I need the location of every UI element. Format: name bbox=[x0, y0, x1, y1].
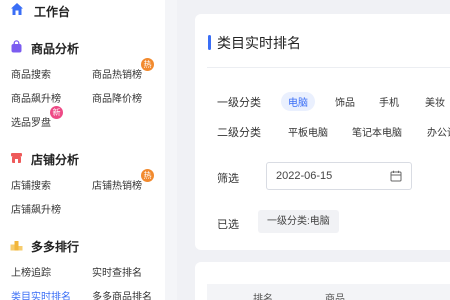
nav-shop-hot-list[interactable]: 店铺热销榜 bbox=[92, 177, 142, 192]
nav-goods-search[interactable]: 商品搜索 bbox=[11, 66, 51, 81]
level1-option-makeup[interactable]: 美妆 bbox=[425, 94, 445, 109]
title-accent-bar bbox=[208, 35, 211, 50]
category-rank-card: 类目实时排名 一级分类 电脑 饰品 手机 美妆 二级分类 平板电脑 笔记本电脑 … bbox=[195, 14, 450, 250]
table-header: 排名 商品 bbox=[207, 284, 450, 300]
section-title: 多多排行 bbox=[31, 240, 80, 254]
nav-goods-hot-list[interactable]: 商品热销榜 bbox=[92, 66, 142, 81]
ranking-table: 排名 商品 bbox=[195, 262, 450, 300]
selected-filter-chip[interactable]: 一级分类:电脑 bbox=[258, 210, 339, 233]
section-title: 商品分析 bbox=[31, 42, 80, 56]
hot-badge: 热 bbox=[141, 169, 154, 182]
level2-option-laptop[interactable]: 笔记本电脑 bbox=[352, 124, 402, 139]
podium-icon bbox=[10, 241, 23, 251]
level2-option-office[interactable]: 办公设 bbox=[427, 124, 450, 139]
nav-goods-rising-list[interactable]: 商品飙升榜 bbox=[11, 90, 61, 105]
nav-ranking-tracking[interactable]: 上榜追踪 bbox=[11, 264, 51, 279]
calendar-icon bbox=[390, 170, 402, 182]
section-goods-analysis: 商品分析 bbox=[0, 39, 165, 57]
level1-option-phone[interactable]: 手机 bbox=[379, 94, 399, 109]
nav-product-compass[interactable]: 选品罗盘 bbox=[11, 114, 51, 129]
sidebar-gutter bbox=[165, 0, 177, 300]
nav-multi-goods-rank[interactable]: 多多商品排名 bbox=[92, 288, 152, 300]
section-title: 店铺分析 bbox=[31, 153, 80, 167]
date-picker[interactable]: 2022-06-15 bbox=[266, 162, 412, 190]
column-header-rank[interactable]: 排名 bbox=[253, 290, 273, 300]
level1-category-label: 一级分类 bbox=[217, 97, 261, 109]
shop-icon bbox=[11, 153, 22, 163]
section-duoduo-ranking: 多多排行 bbox=[0, 237, 165, 255]
level1-option-accessories[interactable]: 饰品 bbox=[335, 94, 355, 109]
shopping-bag-icon bbox=[11, 40, 22, 53]
selected-label: 已选 bbox=[217, 219, 239, 231]
nav-shop-search[interactable]: 店铺搜索 bbox=[11, 177, 51, 192]
date-value: 2022-06-15 bbox=[276, 170, 333, 182]
nav-goods-price-drop-list[interactable]: 商品降价榜 bbox=[92, 90, 142, 105]
level2-option-tablet[interactable]: 平板电脑 bbox=[288, 124, 328, 139]
sidebar-item-label: 工作台 bbox=[34, 5, 71, 19]
hot-badge: 热 bbox=[141, 58, 154, 71]
level1-option-computer[interactable]: 电脑 bbox=[281, 92, 315, 111]
new-badge: 新 bbox=[50, 106, 63, 119]
sidebar-item-workbench[interactable]: 工作台 bbox=[0, 0, 165, 22]
filter-label: 筛选 bbox=[217, 173, 239, 185]
nav-shop-rising-list[interactable]: 店铺飙升榜 bbox=[11, 201, 61, 216]
level2-category-label: 二级分类 bbox=[217, 127, 261, 139]
section-shop-analysis: 店铺分析 bbox=[0, 150, 165, 168]
sidebar: 工作台 商品分析 商品搜索 商品热销榜 热 商品飙升榜 商品降价榜 选品罗盘 新… bbox=[0, 0, 165, 300]
divider bbox=[207, 67, 450, 68]
column-header-goods[interactable]: 商品 bbox=[325, 290, 345, 300]
home-icon bbox=[11, 3, 23, 15]
page-title: 类目实时排名 bbox=[217, 35, 301, 51]
nav-category-realtime-rank[interactable]: 类目实时排名 bbox=[11, 288, 71, 300]
nav-realtime-rank-check[interactable]: 实时查排名 bbox=[92, 264, 142, 279]
